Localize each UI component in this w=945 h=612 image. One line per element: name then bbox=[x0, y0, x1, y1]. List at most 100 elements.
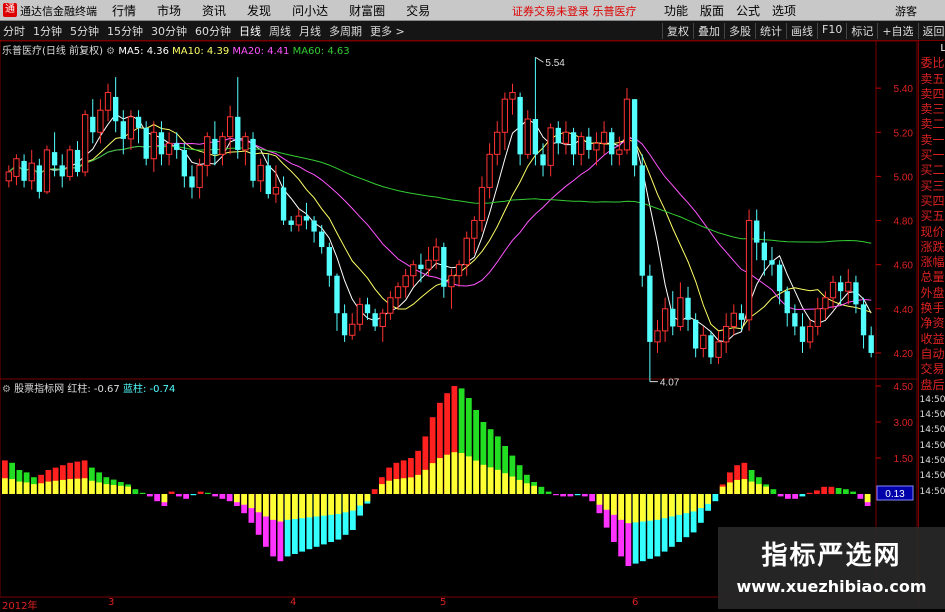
candle-body bbox=[311, 220, 317, 232]
indicator-bar bbox=[560, 494, 566, 497]
side-panel-label: 卖四 bbox=[920, 86, 945, 101]
indicator-bar-core bbox=[328, 494, 334, 515]
candle-body bbox=[120, 121, 126, 139]
candle-body bbox=[478, 186, 486, 222]
candle-body bbox=[334, 275, 340, 314]
candle-body bbox=[654, 330, 661, 343]
indicator-bar-core bbox=[60, 479, 66, 494]
candle-body bbox=[540, 154, 546, 166]
indicator-bar-core bbox=[161, 494, 168, 503]
candle-body bbox=[127, 116, 135, 140]
indicator-tick-label: 1.50 bbox=[894, 454, 914, 465]
indicator-bar bbox=[219, 494, 226, 499]
indicator-bar-core bbox=[96, 482, 102, 494]
indicator-bar bbox=[183, 494, 189, 499]
indicator-bar-core bbox=[306, 494, 313, 518]
candle-body bbox=[814, 308, 821, 327]
candle-body bbox=[670, 308, 676, 327]
candle-body bbox=[235, 116, 241, 150]
candle-body bbox=[784, 291, 790, 314]
indicator-bar-core bbox=[676, 494, 682, 515]
indicator-bar-core bbox=[408, 477, 414, 494]
indicator-bar bbox=[785, 494, 791, 499]
indicator-bar-core bbox=[458, 453, 465, 494]
indicator-bar bbox=[792, 494, 798, 499]
candle-body bbox=[165, 142, 173, 155]
candle-body bbox=[272, 186, 280, 195]
candle-body bbox=[463, 237, 470, 266]
indicator-bar-core bbox=[125, 486, 131, 494]
indicator-bar-core bbox=[618, 494, 624, 520]
indicator-bar bbox=[545, 491, 552, 494]
indicator-bar bbox=[553, 494, 559, 496]
indicator-bar bbox=[574, 494, 581, 496]
indicator-bar bbox=[154, 494, 160, 502]
indicator-bar-core bbox=[756, 484, 762, 494]
watermark-logo: 指标严选网 bbox=[761, 541, 902, 571]
side-panel-label: 14:50 bbox=[919, 425, 945, 436]
indicator-bar-core bbox=[23, 482, 30, 494]
indicator-bar-core bbox=[487, 467, 494, 494]
indicator-bar-core bbox=[350, 494, 356, 511]
indicator-bar bbox=[777, 494, 784, 497]
date-axis: 2012年 3 4 5 6 bbox=[0, 597, 720, 612]
indicator-bar bbox=[205, 492, 211, 494]
indicator-bar-core bbox=[705, 494, 711, 504]
indicator-bar-core bbox=[495, 469, 501, 494]
candle-body bbox=[90, 116, 96, 133]
candle-body bbox=[448, 275, 455, 288]
indicator-bar-core bbox=[321, 494, 327, 516]
candle-body bbox=[189, 176, 195, 188]
candle-body bbox=[379, 312, 386, 327]
candle-body bbox=[13, 158, 20, 177]
candle-body bbox=[700, 334, 707, 350]
indicator-bar bbox=[814, 490, 820, 494]
date-axis-label: 2012年 bbox=[2, 601, 38, 612]
price-tick-label: 5.40 bbox=[894, 84, 914, 95]
candle-body bbox=[685, 297, 691, 320]
candle-body bbox=[730, 312, 737, 327]
candle-body bbox=[631, 99, 638, 166]
indicator-bar bbox=[168, 491, 175, 494]
side-panel-label: 14:50 bbox=[919, 486, 945, 497]
indicator-tick-label: 3.00 bbox=[894, 418, 914, 429]
kline-chart[interactable]: 5.40 5.20 5.00 4.80 4.60 4.40 4.20 4.50 3.00 1.50… bbox=[0, 0, 945, 609]
candle-body bbox=[66, 149, 74, 177]
indicator-bar-core bbox=[313, 494, 320, 517]
indicator-bar-core bbox=[748, 481, 755, 494]
indicator-bar-core bbox=[437, 458, 443, 494]
indicator-bar-core bbox=[690, 494, 697, 512]
candle-body bbox=[319, 231, 325, 248]
indicator-bar-core bbox=[669, 494, 675, 517]
indicator-tick-label: 4.50 bbox=[894, 382, 914, 393]
candle-body bbox=[799, 326, 806, 342]
indicator-bar-core bbox=[763, 486, 769, 494]
indicator-bar-core bbox=[16, 481, 23, 494]
indicator-bar-core bbox=[67, 479, 73, 494]
candle-body bbox=[364, 304, 371, 314]
candle-body bbox=[486, 153, 493, 188]
price-tick-label: 4.80 bbox=[894, 217, 914, 228]
candle-body bbox=[288, 220, 294, 225]
candle-body bbox=[280, 187, 287, 221]
candle-body bbox=[418, 264, 424, 270]
candle-body bbox=[425, 259, 432, 270]
candle-body bbox=[555, 127, 561, 144]
main-panel-frame bbox=[0, 40, 918, 380]
indicator-bar-core bbox=[661, 494, 668, 519]
indicator-value-label: 0.13 bbox=[885, 489, 905, 500]
indicator-bar-core bbox=[38, 483, 44, 494]
side-panel-label: 外盘 bbox=[920, 285, 945, 300]
indicator-bar-core bbox=[2, 478, 8, 494]
candle-body bbox=[570, 132, 577, 155]
indicator-bar bbox=[835, 488, 842, 494]
indicator-bar-core bbox=[103, 484, 110, 494]
indicator-bar bbox=[226, 494, 233, 502]
candle-body bbox=[853, 282, 859, 305]
candle-body bbox=[845, 281, 852, 292]
indicator-bar-core bbox=[683, 494, 690, 514]
side-panel-label: 收益 bbox=[920, 331, 945, 346]
candle-body bbox=[257, 164, 264, 182]
indicator-bar-core bbox=[292, 494, 298, 519]
side-panel-label: 买二 bbox=[920, 163, 945, 178]
